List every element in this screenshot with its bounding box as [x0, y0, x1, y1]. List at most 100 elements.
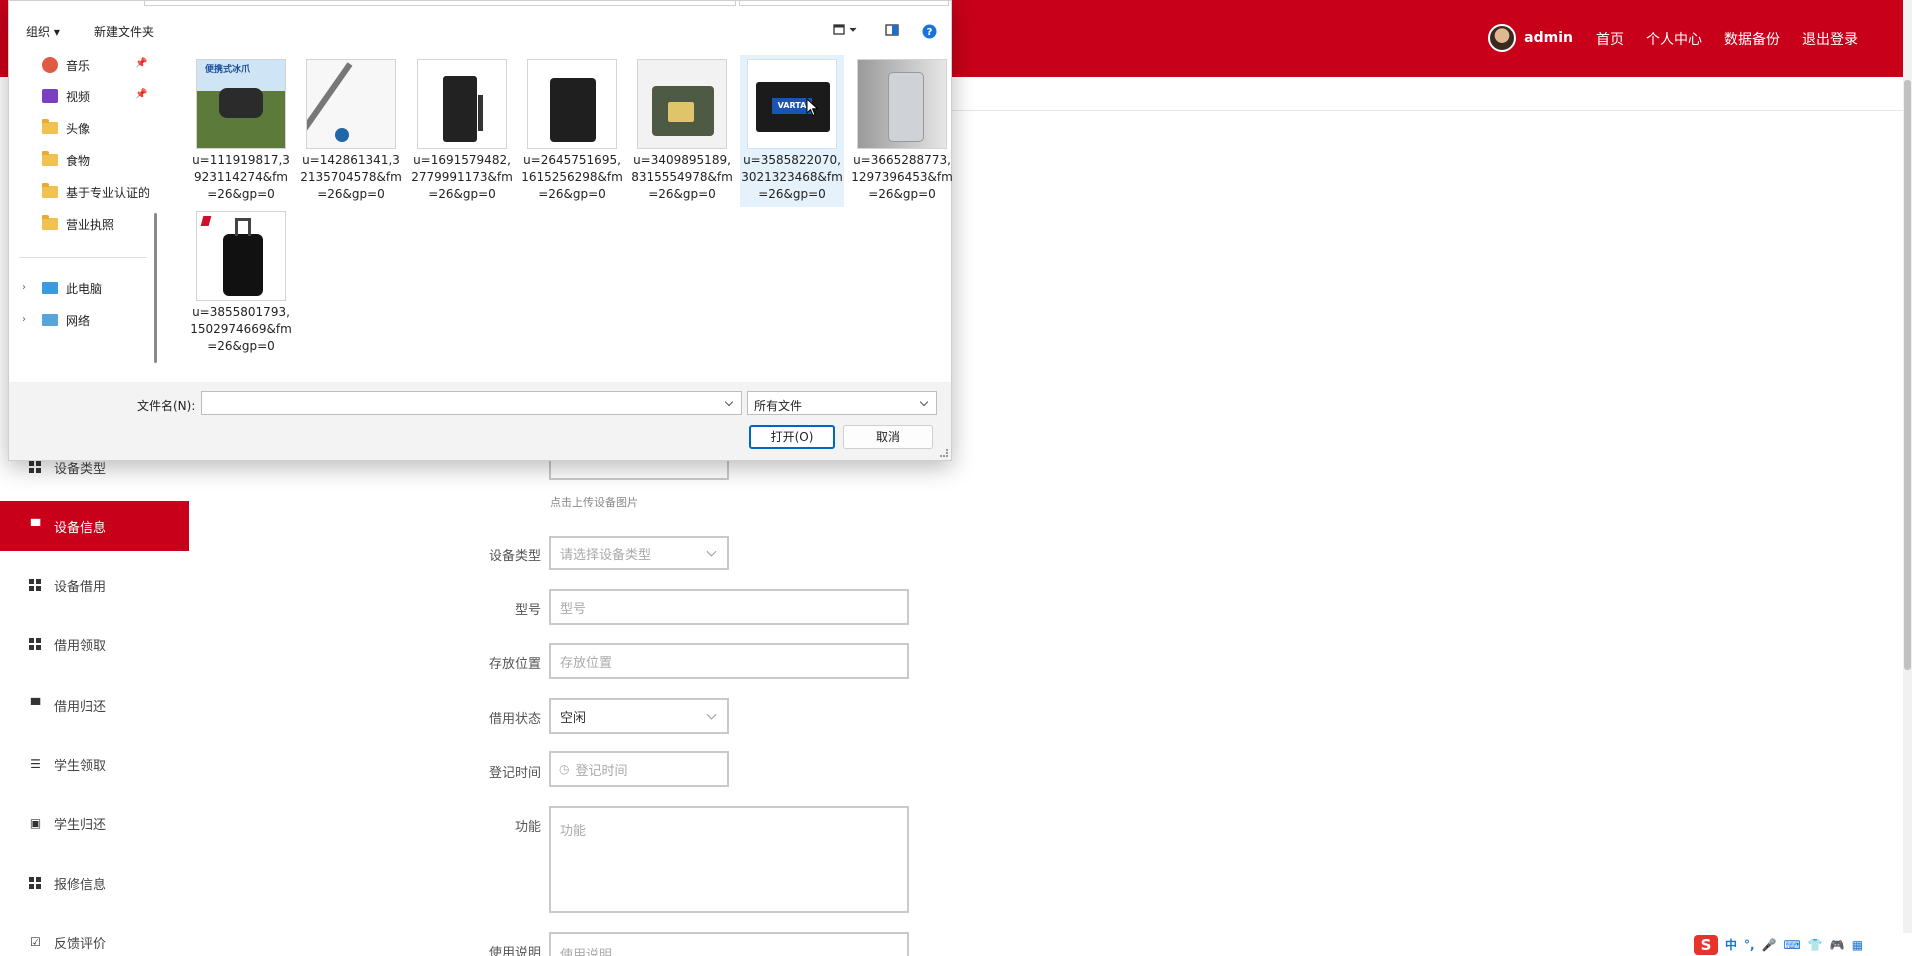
device-type-select[interactable]: 请选择设备类型: [549, 536, 729, 570]
file-item[interactable]: u=3409895189,8315554978&fm=26&gp=0: [630, 55, 734, 207]
sogou-ime-icon[interactable]: S: [1694, 934, 1718, 955]
nav-network[interactable]: 网络: [42, 310, 152, 330]
sidebar-item-label: 借用领取: [54, 638, 107, 654]
file-item[interactable]: u=2645751695,1615256298&fm=26&gp=0: [520, 55, 624, 207]
svg-text:?: ?: [927, 27, 933, 38]
status-label: 借用状态: [488, 712, 541, 727]
file-name: u=3585822070,3021323468&fm=26&gp=0: [741, 153, 843, 201]
user-info[interactable]: admin: [1488, 24, 1573, 52]
dialog-footer: 文件名(N): 所有文件 打开(O) 取消: [9, 382, 951, 460]
microphone-graphic: [478, 95, 483, 131]
ime-mode[interactable]: 中: [1725, 936, 1737, 953]
sidebar-item-borrow-collect[interactable]: 借用领取: [0, 619, 189, 669]
nav-this-pc[interactable]: 此电脑: [42, 278, 152, 298]
page-scrollbar[interactable]: [1903, 0, 1912, 956]
usage-textarea[interactable]: 使用说明: [549, 932, 909, 956]
brand-mark-graphic: [200, 216, 212, 226]
file-item[interactable]: u=142861341,32135704578&fm=26&gp=0: [299, 55, 403, 207]
new-folder-button[interactable]: 新建文件夹: [94, 23, 154, 40]
nav-divider: [19, 257, 147, 258]
sidebar-item-label: 借用归还: [54, 699, 107, 715]
grid-icon: [29, 876, 42, 890]
nav-home[interactable]: 首页: [1596, 29, 1624, 49]
date-label: 登记时间: [488, 766, 541, 781]
file-name: u=111919817,3923114274&fm=26&gp=0: [192, 153, 290, 201]
open-button[interactable]: 打开(O): [749, 425, 835, 449]
date-picker[interactable]: ◷ 登记时间: [549, 751, 729, 787]
keyboard-icon[interactable]: ⌨: [1784, 938, 1801, 952]
ime-tray: S 中 °, 🎤 ⌨ 👕 🎮 ▦: [1690, 933, 1912, 956]
nav-logout[interactable]: 退出登录: [1802, 29, 1858, 49]
sidebar-item-borrow-return[interactable]: ▀ 借用归还: [0, 680, 189, 730]
nav-profile[interactable]: 个人中心: [1646, 29, 1702, 49]
sidebar-item-device-borrow[interactable]: 设备借用: [0, 560, 189, 610]
nav-label: 音乐: [66, 58, 91, 73]
location-input[interactable]: 存放位置: [549, 643, 909, 679]
file-item[interactable]: u=1691579482,2779991173&fm=26&gp=0: [410, 55, 514, 207]
file-thumbnail: [857, 59, 947, 149]
skin-icon[interactable]: 👕: [1808, 938, 1823, 952]
address-bar[interactable]: [144, 1, 736, 6]
list-icon: ☰: [30, 756, 41, 771]
microphone-icon[interactable]: 🎤: [1762, 938, 1777, 952]
organize-button[interactable]: 组织 ▾: [26, 23, 60, 40]
file-item[interactable]: u=3855801793,1502974669&fm=26&gp=0: [189, 207, 293, 359]
mouse-cursor-icon: [806, 98, 819, 117]
speaker-graphic: [443, 76, 477, 142]
file-name: u=2645751695,1615256298&fm=26&gp=0: [521, 153, 623, 201]
file-thumbnail: [527, 59, 617, 149]
toolbox-icon[interactable]: ▦: [1852, 938, 1863, 952]
location-label: 存放位置: [488, 657, 541, 672]
folder-icon: [42, 151, 58, 166]
nav-folder-license[interactable]: 营业执照: [42, 214, 152, 234]
file-item-selected[interactable]: VARTA u=3585822070,3021323468&fm=26&gp=0: [740, 55, 844, 207]
filetype-select[interactable]: 所有文件: [747, 391, 937, 415]
function-textarea[interactable]: 功能: [549, 806, 909, 913]
model-input[interactable]: 型号: [549, 589, 909, 625]
sidebar-item-label: 设备信息: [54, 520, 107, 536]
filename-input[interactable]: [201, 391, 742, 415]
sidebar-item-student-collect[interactable]: ☰ 学生领取: [0, 739, 189, 789]
view-options-icon[interactable]: [833, 24, 859, 40]
game-icon[interactable]: 🎮: [1830, 938, 1845, 952]
file-item[interactable]: u=3665288773,1297396453&fm=26&gp=0: [850, 55, 954, 207]
pin-icon: 📌: [135, 89, 148, 100]
sidebar-item-feedback[interactable]: ☑ 反馈评价: [0, 917, 189, 956]
nav-backup[interactable]: 数据备份: [1724, 29, 1780, 49]
top-nav: 首页 个人中心 数据备份 退出登录: [1596, 29, 1858, 49]
computer-icon: [42, 282, 58, 294]
sidebar-item-label: 设备借用: [54, 579, 107, 595]
nav-folder-certification[interactable]: 基于专业认证的: [42, 182, 152, 202]
chevron-right-icon[interactable]: ›: [22, 282, 26, 293]
file-item[interactable]: 便携式冰爪 u=111919817,3923114274&fm=26&gp=0: [189, 55, 293, 207]
thumb-caption: 便携式冰爪: [205, 65, 251, 75]
nav-folder-food[interactable]: 食物: [42, 150, 152, 170]
grid-icon: [29, 637, 42, 651]
status-select[interactable]: 空闲: [549, 698, 729, 734]
model-label: 型号: [514, 603, 541, 618]
cancel-button[interactable]: 取消: [843, 425, 933, 449]
nav-scrollbar[interactable]: [154, 213, 157, 363]
chevron-right-icon[interactable]: ›: [22, 314, 26, 325]
help-icon[interactable]: ?: [922, 24, 937, 43]
user-name: admin: [1524, 30, 1573, 46]
trolley-case-graphic: [223, 234, 263, 296]
sidebar-item-student-return[interactable]: ▣ 学生归还: [0, 798, 189, 848]
case-graphic: [550, 78, 596, 142]
device-type-label: 设备类型: [488, 549, 541, 564]
avatar[interactable]: [1488, 24, 1517, 52]
search-box[interactable]: [739, 1, 949, 6]
clipboard-check-icon: ☑: [30, 934, 41, 949]
sidebar-item-repair-info[interactable]: 报修信息: [0, 858, 189, 908]
preview-pane-icon[interactable]: [885, 24, 899, 40]
sidebar-item-label: 学生归还: [54, 817, 107, 833]
nav-folder-avatars[interactable]: 头像: [42, 118, 152, 138]
punctuation-mode[interactable]: °,: [1744, 938, 1755, 952]
resize-grip[interactable]: [940, 449, 948, 457]
sidebar-item-label: 反馈评价: [54, 936, 107, 952]
file-thumbnail: [306, 59, 396, 149]
sidebar-item-device-info[interactable]: ▀ 设备信息: [0, 501, 189, 551]
folder-icon: [42, 215, 58, 230]
wheel-graphic: [335, 128, 349, 142]
page-scrollbar-thumb[interactable]: [1904, 80, 1911, 670]
